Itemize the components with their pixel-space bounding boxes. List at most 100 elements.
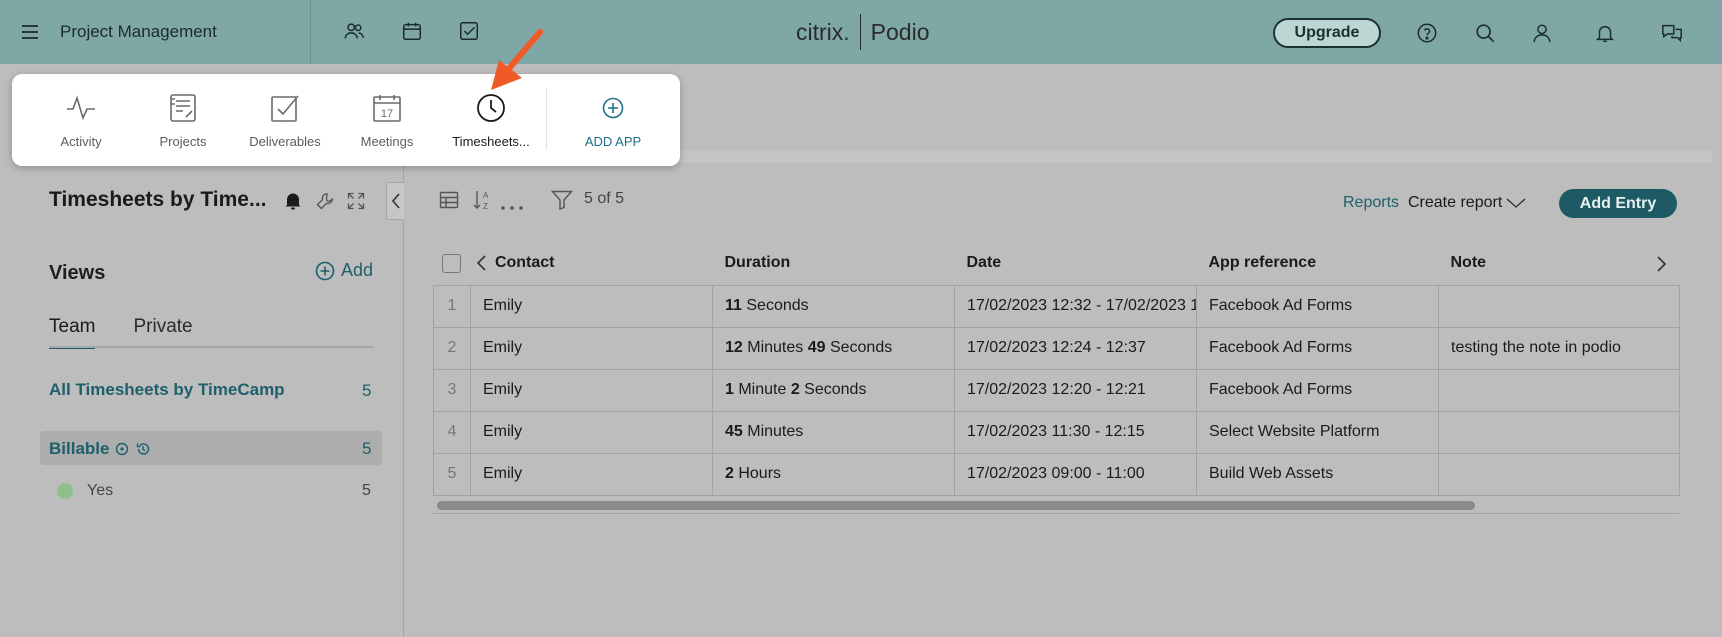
column-header-duration[interactable]: Duration [712, 242, 955, 286]
table-header-row: Contact Duration Date App reference Note [433, 242, 1680, 286]
deliverables-icon [270, 92, 300, 124]
tasks-icon[interactable] [458, 20, 480, 47]
billable-count: 5 [362, 439, 372, 458]
column-header-app-reference[interactable]: App reference [1196, 242, 1439, 286]
billable-label: Billable [49, 439, 110, 458]
row-number[interactable]: 1 [433, 285, 471, 328]
create-report-dropdown[interactable]: Create report [1408, 194, 1526, 212]
cell-app-reference[interactable]: Build Web Assets [1196, 453, 1439, 496]
cell-app-reference[interactable]: Facebook Ad Forms [1196, 285, 1439, 328]
app-item-deliverables[interactable]: Deliverables [234, 74, 336, 166]
user-profile-icon[interactable] [1531, 22, 1553, 49]
row-number[interactable]: 5 [433, 453, 471, 496]
billable-yes-option[interactable]: Yes [87, 482, 113, 500]
cell-date[interactable]: 17/02/2023 12:32 - 17/02/2023 1 [954, 285, 1197, 328]
cell-date[interactable]: 17/02/2023 12:24 - 12:37 [954, 327, 1197, 370]
cell-duration[interactable]: 1 Minute 2 Seconds [712, 369, 955, 412]
app-item-label: Deliverables [249, 134, 321, 149]
row-number[interactable]: 3 [433, 369, 471, 412]
meetings-icon: 17 [372, 92, 402, 124]
cell-note[interactable] [1438, 285, 1680, 328]
cell-contact[interactable]: Emily [470, 285, 713, 328]
workspace-name[interactable]: Project Management [60, 22, 217, 42]
search-icon[interactable] [1474, 22, 1496, 49]
cell-app-reference[interactable]: Select Website Platform [1196, 411, 1439, 454]
activity-icon [66, 92, 96, 124]
app-item-projects[interactable]: Projects [132, 74, 234, 166]
duration-part: 2 [725, 465, 734, 482]
cell-date[interactable]: 17/02/2023 12:20 - 12:21 [954, 369, 1197, 412]
add-view-label: Add [341, 260, 374, 280]
filter-count[interactable]: 5 of 5 [584, 190, 624, 208]
scroll-left-icon[interactable] [475, 254, 487, 272]
column-header-note[interactable]: Note [1438, 242, 1680, 286]
add-app-button[interactable]: ADD APP [558, 74, 668, 166]
cell-note[interactable] [1438, 453, 1680, 496]
cell-contact[interactable]: Emily [470, 327, 713, 370]
cell-date[interactable]: 17/02/2023 09:00 - 11:00 [954, 453, 1197, 496]
notifications-bell-icon[interactable] [1594, 22, 1616, 49]
filter-icon[interactable] [550, 190, 574, 215]
reports-link[interactable]: Reports [1343, 194, 1399, 212]
table-row[interactable]: 2 Emily 12 Minutes 49 Seconds 17/02/2023 12… [433, 327, 1680, 370]
meetings-icon-date: 17 [380, 108, 394, 120]
brand-separator [859, 14, 861, 50]
billable-view[interactable]: Billable [49, 439, 151, 459]
cell-note[interactable] [1438, 369, 1680, 412]
table-view-icon[interactable] [439, 190, 459, 215]
cell-date[interactable]: 17/02/2023 11:30 - 12:15 [954, 411, 1197, 454]
app-switcher-dropdown: Activity Projects Deliverables 17 Meetin… [12, 74, 680, 166]
add-view-button[interactable]: Add [315, 260, 373, 281]
cell-app-reference[interactable]: Facebook Ad Forms [1196, 327, 1439, 370]
view-all-count: 5 [362, 381, 372, 400]
scroll-right-icon[interactable] [1656, 255, 1668, 273]
calendar-icon[interactable] [401, 20, 423, 47]
table-row[interactable]: 5 Emily 2 Hours 17/02/2023 09:00 - 11:00 Bui… [433, 453, 1680, 496]
expand-icon[interactable] [346, 191, 366, 216]
duration-part: 49 [807, 339, 826, 356]
app-item-label: Projects [159, 134, 207, 149]
cell-note[interactable]: testing the note in podio [1438, 327, 1680, 370]
more-options-icon[interactable] [500, 198, 524, 216]
duration-part: 12 [725, 339, 743, 356]
table-row[interactable]: 4 Emily 45 Minutes 17/02/2023 11:30 - 12:15… [433, 411, 1680, 454]
upgrade-button[interactable]: Upgrade [1273, 18, 1381, 48]
column-header-contact[interactable]: Contact [470, 242, 713, 286]
cell-duration[interactable]: 2 Hours [712, 453, 955, 496]
cell-duration[interactable]: 11 Seconds [712, 285, 955, 328]
horizontal-scrollbar[interactable] [437, 501, 1475, 510]
app-item-activity[interactable]: Activity [30, 74, 132, 166]
table-row[interactable]: 3 Emily 1 Minute 2 Seconds 17/02/2023 12:20… [433, 369, 1680, 412]
help-icon[interactable] [1416, 22, 1438, 49]
table-row[interactable]: 1 Emily 11 Seconds 17/02/2023 12:32 - 17/02… [433, 285, 1680, 328]
collapse-sidebar-button[interactable] [386, 182, 404, 220]
column-header-date[interactable]: Date [954, 242, 1197, 286]
duration-part: Minutes [742, 339, 808, 356]
cell-contact[interactable]: Emily [470, 411, 713, 454]
cell-duration[interactable]: 12 Minutes 49 Seconds [712, 327, 955, 370]
hamburger-menu-icon[interactable] [20, 22, 40, 47]
citrix-podio-logo[interactable]: citrix. Podio [796, 14, 930, 50]
row-number[interactable]: 4 [433, 411, 471, 454]
status-dot-icon [57, 483, 73, 499]
cell-duration[interactable]: 45 Minutes [712, 411, 955, 454]
cell-note[interactable] [1438, 411, 1680, 454]
notification-bell-icon[interactable] [284, 191, 302, 216]
tab-team[interactable]: Team [49, 316, 96, 349]
timesheets-table: Contact Duration Date App reference Note… [433, 242, 1680, 496]
row-number[interactable]: 2 [433, 327, 471, 370]
wrench-icon[interactable] [315, 191, 335, 216]
view-all-timesheets[interactable]: All Timesheets by TimeCamp [49, 380, 285, 400]
chat-icon[interactable] [1660, 22, 1684, 49]
app-title[interactable]: Timesheets by Time... [49, 188, 267, 212]
app-item-label: Timesheets... [452, 134, 530, 149]
add-entry-button[interactable]: Add Entry [1559, 189, 1677, 218]
contacts-icon[interactable] [343, 20, 365, 47]
app-item-meetings[interactable]: 17 Meetings [336, 74, 438, 166]
sort-icon[interactable]: AZ [472, 188, 492, 217]
cell-contact[interactable]: Emily [470, 369, 713, 412]
select-all-checkbox[interactable] [441, 253, 461, 273]
cell-app-reference[interactable]: Facebook Ad Forms [1196, 369, 1439, 412]
tab-private[interactable]: Private [133, 316, 192, 349]
cell-contact[interactable]: Emily [470, 453, 713, 496]
